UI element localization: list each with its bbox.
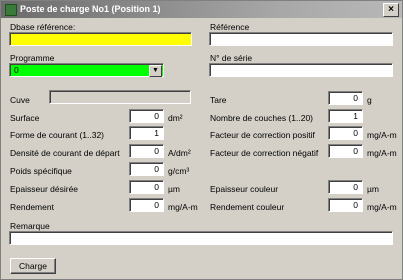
densite-unit: A/dm² (168, 148, 191, 158)
facteur-neg-unit: mg/A-m (367, 148, 397, 158)
epaisseur-desiree-field[interactable]: 0 (129, 180, 164, 194)
forme-courant-label: Forme de courant (1..32) (10, 130, 105, 140)
cuve-field (49, 90, 191, 104)
poids-label: Poids spécifique (10, 166, 72, 176)
tare-unit: g (367, 95, 372, 105)
remarque-label: Remarque (10, 221, 50, 231)
chevron-down-icon[interactable]: ▼ (149, 65, 162, 77)
surface-field[interactable]: 0 (129, 109, 164, 123)
reference-field[interactable] (209, 32, 393, 46)
facteur-pos-label: Facteur de correction positif (210, 130, 315, 140)
rendement-unit: mg/A-m (168, 202, 198, 212)
remarque-field[interactable] (9, 231, 393, 245)
dialog-window: Poste de charge No1 (Position 1) × Dbase… (0, 0, 403, 280)
charge-button[interactable]: Charge (10, 258, 56, 274)
epaisseur-couleur-label: Epaisseur couleur (210, 184, 279, 194)
window-title: Poste de charge No1 (Position 1) (20, 4, 161, 14)
rendement-couleur-label: Rendement couleur (210, 202, 285, 212)
epaisseur-couleur-field[interactable]: 0 (328, 180, 363, 194)
close-button[interactable]: × (383, 3, 399, 17)
densite-field[interactable]: 0 (129, 144, 164, 158)
app-icon (5, 4, 17, 16)
epaisseur-desiree-unit: µm (168, 184, 180, 194)
tare-label: Tare (210, 95, 227, 105)
facteur-pos-unit: mg/A-m (367, 130, 397, 140)
densite-label: Densité de courant de départ (10, 148, 120, 158)
title-bar[interactable]: Poste de charge No1 (Position 1) × (1, 1, 402, 18)
surface-label: Surface (10, 113, 40, 123)
poids-unit: g/cm³ (168, 166, 190, 176)
epaisseur-couleur-unit: µm (367, 184, 379, 194)
nb-couches-field[interactable]: 1 (328, 109, 363, 123)
facteur-neg-field[interactable]: 0 (328, 144, 363, 158)
programme-label: Programme (10, 53, 55, 63)
dbase-reference-label: Dbase référence: (10, 22, 76, 32)
rendement-field[interactable]: 0 (129, 198, 164, 212)
dbase-reference-field[interactable] (9, 32, 192, 46)
rendement-label: Rendement (10, 202, 54, 212)
poids-field[interactable]: 0 (129, 162, 164, 176)
epaisseur-desiree-label: Epaisseur désirée (10, 184, 79, 194)
rendement-couleur-unit: mg/A-m (367, 202, 397, 212)
facteur-neg-label: Facteur de correction négatif (210, 148, 319, 158)
forme-courant-field[interactable]: 1 (129, 126, 164, 140)
tare-field[interactable]: 0 (328, 91, 363, 105)
programme-dropdown[interactable]: 0 ▼ (9, 63, 164, 77)
programme-value: 0 (14, 65, 19, 75)
facteur-pos-field[interactable]: 0 (328, 126, 363, 140)
reference-label: Référence (210, 22, 250, 32)
serial-field[interactable] (209, 63, 393, 77)
surface-unit: dm² (168, 113, 183, 123)
serial-label: N° de série (210, 53, 253, 63)
nb-couches-label: Nombre de couches (1..20) (210, 113, 313, 123)
cuve-label: Cuve (10, 95, 30, 105)
rendement-couleur-field[interactable]: 0 (328, 198, 363, 212)
